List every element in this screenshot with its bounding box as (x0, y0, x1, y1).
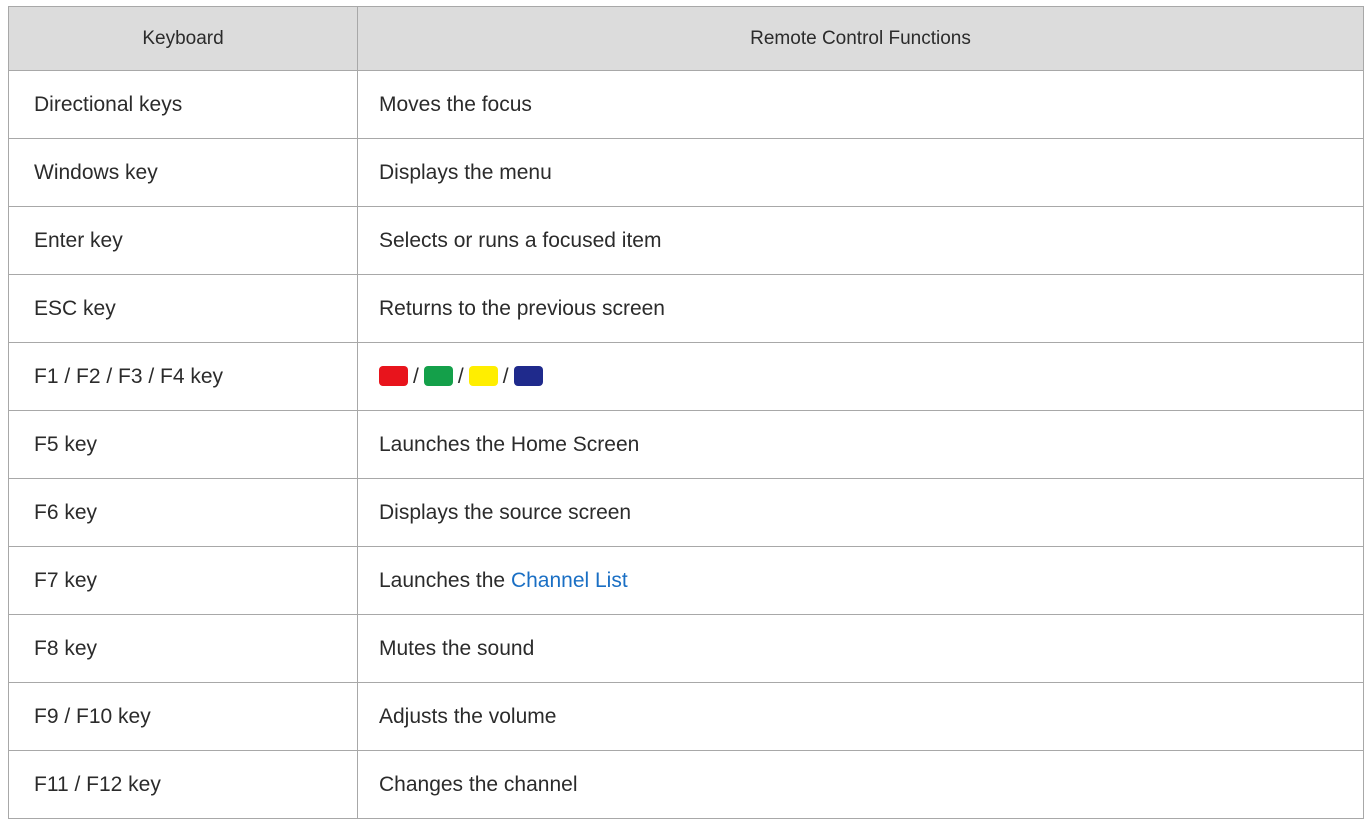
key-cell: Windows key (8, 138, 358, 207)
table-header: Keyboard Remote Control Functions (8, 6, 1364, 71)
function-text: Launches the (379, 568, 511, 592)
key-cell: F7 key (8, 546, 358, 615)
green-button-icon (423, 365, 453, 386)
table-row: Directional keys Moves the focus (8, 70, 1364, 139)
key-cell: F5 key (8, 410, 358, 479)
header-remote-functions: Remote Control Functions (357, 6, 1364, 71)
key-cell: F8 key (8, 614, 358, 683)
table-body: Directional keys Moves the focus Windows… (8, 70, 1364, 819)
function-cell: Displays the source screen (357, 478, 1364, 547)
table-row: F6 key Displays the source screen (8, 478, 1364, 547)
header-keyboard: Keyboard (8, 6, 358, 71)
function-cell: Mutes the sound (357, 614, 1364, 683)
keyboard-remote-table: Keyboard Remote Control Functions Direct… (8, 6, 1364, 819)
function-cell: Changes the channel (357, 750, 1364, 819)
key-cell: Directional keys (8, 70, 358, 139)
key-cell: F6 key (8, 478, 358, 547)
key-cell: F11 / F12 key (8, 750, 358, 819)
swatch-separator: / (413, 364, 419, 388)
blue-button-icon (513, 365, 543, 386)
table-row: Enter key Selects or runs a focused item (8, 206, 1364, 275)
function-cell-color-buttons: / / / (357, 342, 1364, 411)
table-row: F9 / F10 key Adjusts the volume (8, 682, 1364, 751)
red-button-icon (379, 365, 408, 386)
table-row: F1 / F2 / F3 / F4 key / / / (8, 342, 1364, 411)
table-row: Windows key Displays the menu (8, 138, 1364, 207)
header-row: Keyboard Remote Control Functions (8, 6, 1364, 71)
key-cell: ESC key (8, 274, 358, 343)
key-cell: F9 / F10 key (8, 682, 358, 751)
function-cell: Adjusts the volume (357, 682, 1364, 751)
function-cell: Moves the focus (357, 70, 1364, 139)
key-cell: Enter key (8, 206, 358, 275)
table-row: F11 / F12 key Changes the channel (8, 750, 1364, 819)
channel-list-link[interactable]: Channel List (511, 569, 628, 592)
function-cell: Launches the Home Screen (357, 410, 1364, 479)
table-row: ESC key Returns to the previous screen (8, 274, 1364, 343)
yellow-button-icon (468, 365, 498, 386)
table-row: F7 key Launches the Channel List (8, 546, 1364, 615)
swatch-separator: / (457, 364, 464, 388)
function-cell: Selects or runs a focused item (357, 206, 1364, 275)
key-cell: F1 / F2 / F3 / F4 key (8, 342, 358, 411)
table-row: F8 key Mutes the sound (8, 614, 1364, 683)
table-row: F5 key Launches the Home Screen (8, 410, 1364, 479)
swatch-separator: / (502, 364, 509, 388)
function-cell: Launches the Channel List (357, 546, 1364, 615)
function-cell: Returns to the previous screen (357, 274, 1364, 343)
function-cell: Displays the menu (357, 138, 1364, 207)
